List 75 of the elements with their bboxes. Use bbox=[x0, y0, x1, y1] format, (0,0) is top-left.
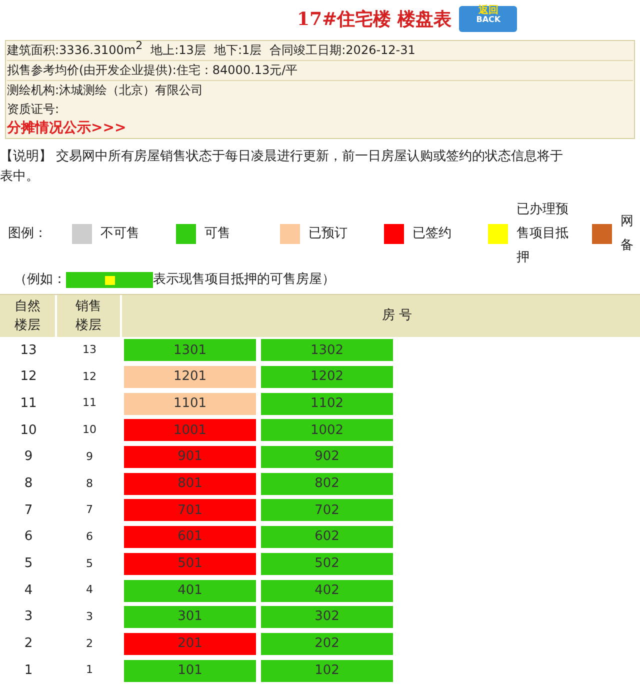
notice-text: 【说明】 交易网中所有房屋销售状态于每日凌晨进行更新，前一日房屋认购或签约的状态信息将于 bbox=[0, 149, 564, 164]
room-cell[interactable]: 1102 bbox=[261, 392, 393, 415]
sale-floor-cell-text: 3 bbox=[85, 608, 94, 625]
room-cell[interactable]: 1202 bbox=[261, 366, 393, 388]
room-cell[interactable]: 1302 bbox=[261, 339, 393, 362]
certificate-number: 资质证号: bbox=[7, 102, 60, 116]
room-cell[interactable]: 102 bbox=[261, 660, 393, 682]
floors-below: 地下:1层 bbox=[214, 42, 262, 59]
room-cell[interactable]: 701 bbox=[124, 499, 256, 522]
column-header: 销售楼层 bbox=[57, 295, 122, 337]
legend-text: 已签约 bbox=[412, 225, 452, 243]
floor-cell-text: 8 bbox=[23, 475, 34, 494]
sale-floor-cell-text: 8 bbox=[85, 476, 94, 492]
room-cell[interactable]: 801 bbox=[124, 472, 256, 495]
legend-text: 已预订 bbox=[308, 225, 348, 243]
room-cell[interactable]: 1101 bbox=[124, 392, 256, 415]
allocation-link[interactable]: 分摊情况公示>>> bbox=[7, 120, 126, 136]
room-cell[interactable]: 601 bbox=[124, 526, 256, 548]
room-cell[interactable]: 902 bbox=[261, 446, 393, 468]
floor-cell-text: 5 bbox=[23, 555, 34, 574]
legend-text: 已办理预售项目抵押 bbox=[516, 201, 570, 267]
room-cell[interactable]: 101 bbox=[124, 660, 256, 682]
room-cell[interactable]: 1002 bbox=[261, 419, 393, 442]
room-cell[interactable]: 1201 bbox=[124, 366, 256, 388]
sale-floor-cell-text: 10 bbox=[82, 422, 98, 438]
floor-cell-text: 7 bbox=[23, 502, 34, 520]
average-price: 拟售参考均价(由开发企业提供):住宅：84000.13元/平 bbox=[7, 63, 298, 77]
floor-cell-text: 1 bbox=[23, 662, 34, 680]
sale-floor-cell-text: 1 bbox=[85, 662, 94, 678]
room-cell[interactable]: 301 bbox=[124, 606, 256, 628]
room-cell[interactable]: 402 bbox=[261, 580, 393, 602]
sale-floor-cell-text: 4 bbox=[85, 582, 94, 598]
floor-cell-text: 12 bbox=[19, 368, 38, 386]
room-cell[interactable]: 702 bbox=[261, 499, 393, 522]
room-cell[interactable]: 501 bbox=[124, 552, 256, 575]
sale-floor-cell-text: 7 bbox=[85, 502, 94, 518]
notice-text: 表中。 bbox=[0, 169, 39, 184]
floor-cell-text: 9 bbox=[23, 448, 34, 466]
sale-floor-cell-text: 12 bbox=[82, 368, 98, 385]
room-cell[interactable]: 502 bbox=[261, 552, 393, 575]
floor-cell-text: 10 bbox=[19, 422, 38, 440]
completion-date: 合同竣工日期:2026-12-31 bbox=[270, 42, 416, 59]
room-cell[interactable]: 802 bbox=[261, 472, 393, 495]
legend-label: 图例： bbox=[8, 225, 48, 244]
legend-text: 可售 bbox=[204, 225, 232, 243]
sale-floor-cell-text: 13 bbox=[82, 342, 98, 358]
room-cell[interactable]: 302 bbox=[261, 606, 393, 628]
floor-cell-text: 11 bbox=[19, 394, 38, 413]
room-cell[interactable]: 202 bbox=[261, 632, 393, 655]
room-cell[interactable]: 401 bbox=[124, 580, 256, 602]
sale-floor-cell-text: 9 bbox=[85, 448, 94, 465]
room-cell[interactable]: 602 bbox=[261, 526, 393, 548]
floor-cell-text: 13 bbox=[19, 342, 38, 360]
room-cell[interactable]: 1001 bbox=[124, 419, 256, 442]
column-header: 房 号 bbox=[381, 307, 414, 326]
page-title: 17#住宅楼 楼盘表 bbox=[297, 8, 452, 32]
back-button[interactable]: 返回 BACK bbox=[459, 6, 518, 32]
column-header: 自然楼层 bbox=[0, 295, 57, 337]
room-cell[interactable]: 1301 bbox=[124, 339, 256, 362]
legend-text: 网备 bbox=[620, 213, 634, 255]
sale-floor-cell-text: 11 bbox=[82, 395, 98, 412]
sale-floor-cell-text: 2 bbox=[85, 636, 94, 652]
sale-floor-cell-text: 5 bbox=[85, 556, 94, 572]
room-cell[interactable]: 201 bbox=[124, 632, 256, 655]
floor-cell-text: 6 bbox=[23, 528, 34, 546]
floors-above: 地上:13层 bbox=[150, 42, 206, 59]
floor-cell-text: 4 bbox=[23, 582, 34, 600]
legend-text: 不可售 bbox=[100, 225, 140, 243]
example-prefix: （例如： bbox=[14, 271, 66, 290]
floor-cell-text: 3 bbox=[23, 608, 34, 626]
sale-floor-cell-text: 6 bbox=[85, 528, 94, 545]
example-suffix: 表示现售项目抵押的可售房屋） bbox=[153, 271, 335, 290]
floor-cell-text: 2 bbox=[23, 635, 34, 654]
room-cell[interactable]: 901 bbox=[124, 446, 256, 468]
surveyor: 测绘机构:沐城测绘（北京）有限公司 bbox=[7, 83, 204, 97]
